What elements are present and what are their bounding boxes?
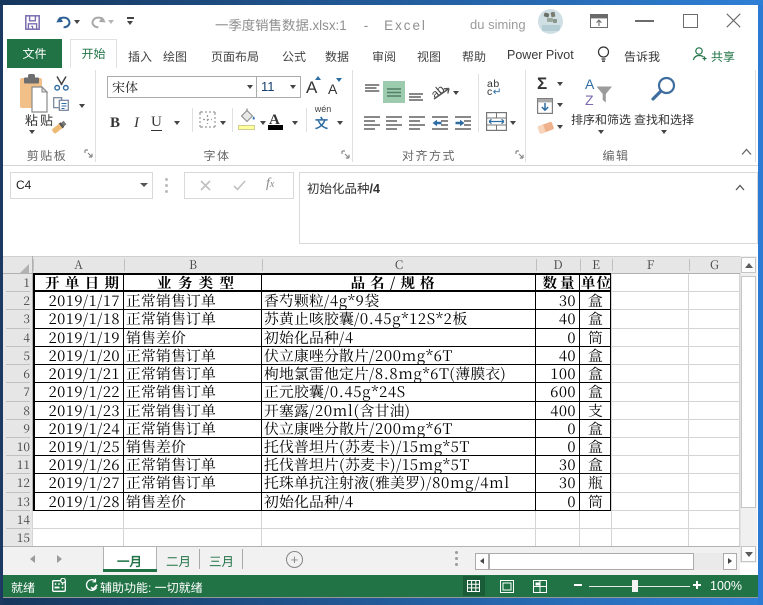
- svg-text:A: A: [585, 76, 595, 92]
- svg-text:Z: Z: [585, 92, 594, 106]
